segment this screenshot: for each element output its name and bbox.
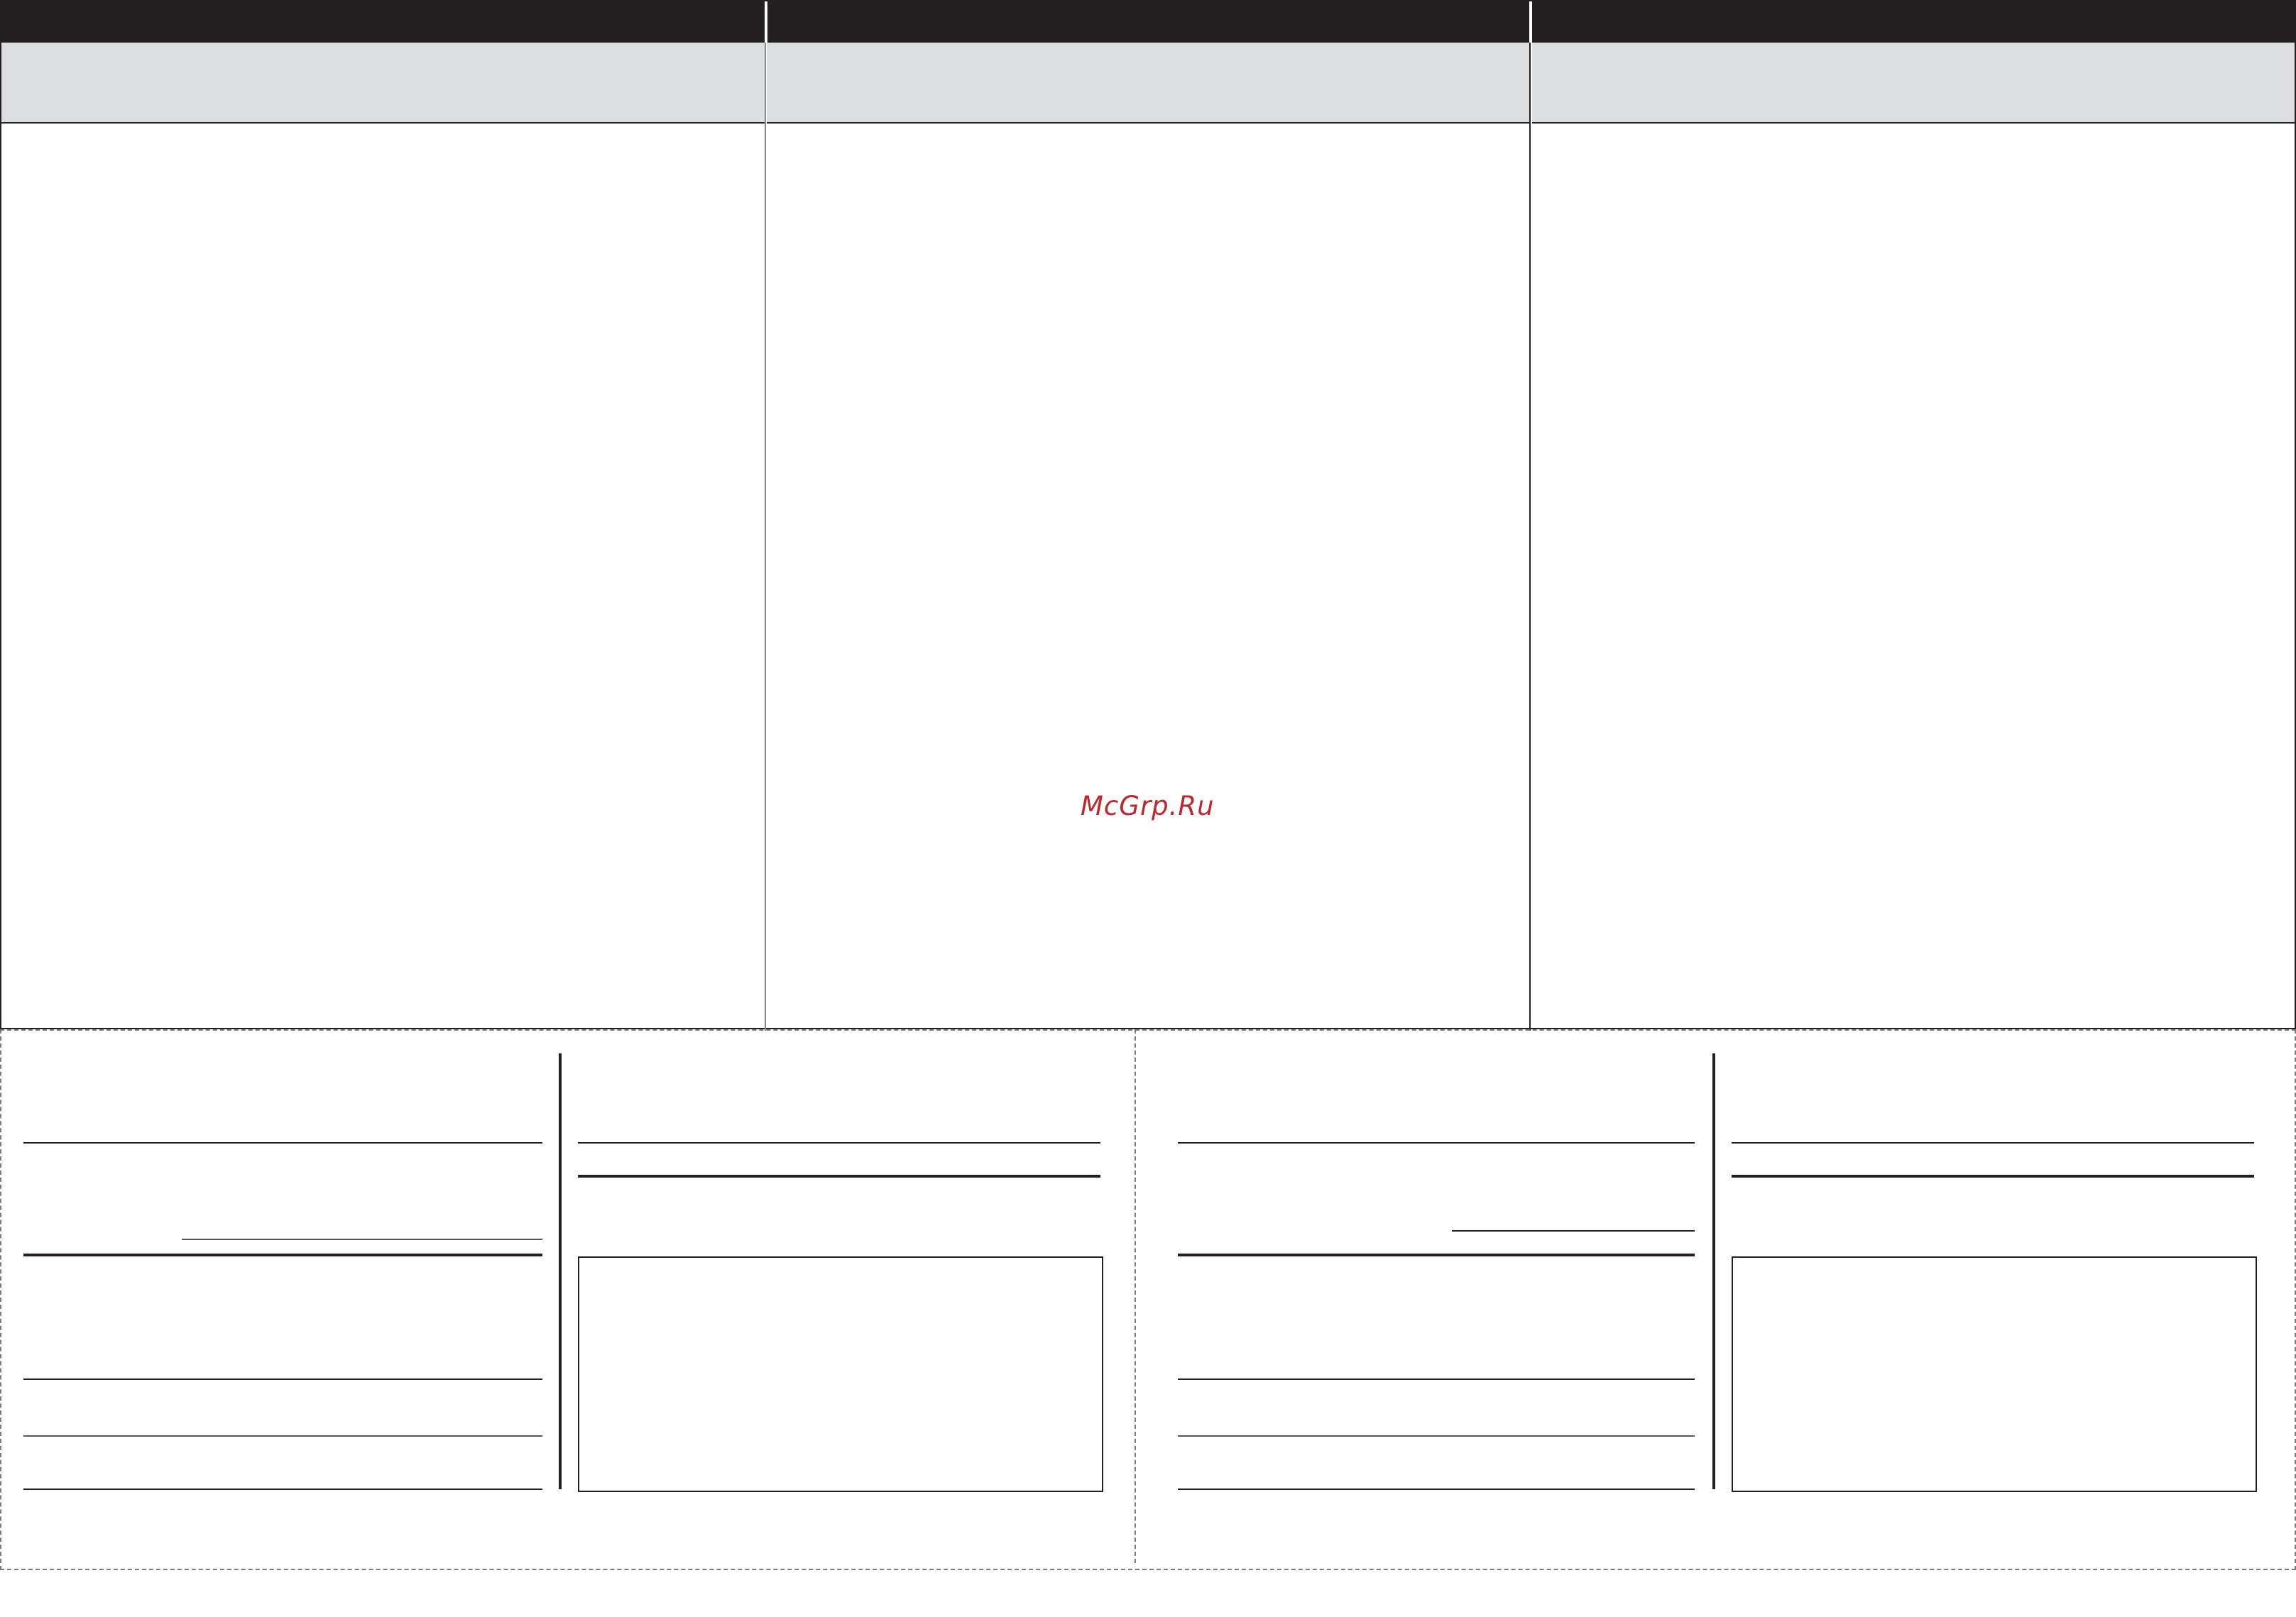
coupon-inner-separator [559,1053,562,1489]
form-line [578,1142,1100,1144]
form-line [1178,1142,1695,1144]
form-line [1178,1435,1695,1437]
stamp-box [578,1256,1103,1492]
form-line-divider [578,1175,1100,1178]
form-line [1178,1489,1695,1490]
form-line [23,1489,542,1490]
table-header-dark-col-1 [1,1,765,43]
table-header-dark-col-2 [767,1,1529,43]
table-header-grey-col-3 [1532,43,2295,124]
form-line [1178,1378,1695,1380]
form-line [23,1142,542,1144]
form-line-divider [23,1254,542,1256]
table-column-body-2 [766,122,1529,1028]
form-line-short [1452,1230,1695,1232]
header-gap [1529,1,1532,43]
form-line [23,1435,542,1437]
warranty-coupon-2 [1136,1029,2296,1570]
table-header-grey-col-1 [1,43,765,124]
stamp-box [1732,1256,2257,1492]
header-gap [765,1,767,43]
form-line-short [182,1239,542,1240]
table-column-body-1 [1,122,765,1028]
table-column-body-3 [1531,122,2295,1028]
table-header-grey-col-2 [767,43,1531,124]
watermark-text: McGrp.Ru [1081,791,1215,821]
form-line-divider [1178,1254,1695,1256]
coupon-inner-separator [1712,1053,1715,1489]
form-line [1732,1142,2254,1144]
form-line-divider [1732,1175,2254,1178]
info-table: McGrp.Ru [0,0,2296,1031]
warranty-coupon-1 [0,1029,1135,1570]
form-line [23,1378,542,1380]
table-header-dark-col-3 [1532,1,2295,43]
